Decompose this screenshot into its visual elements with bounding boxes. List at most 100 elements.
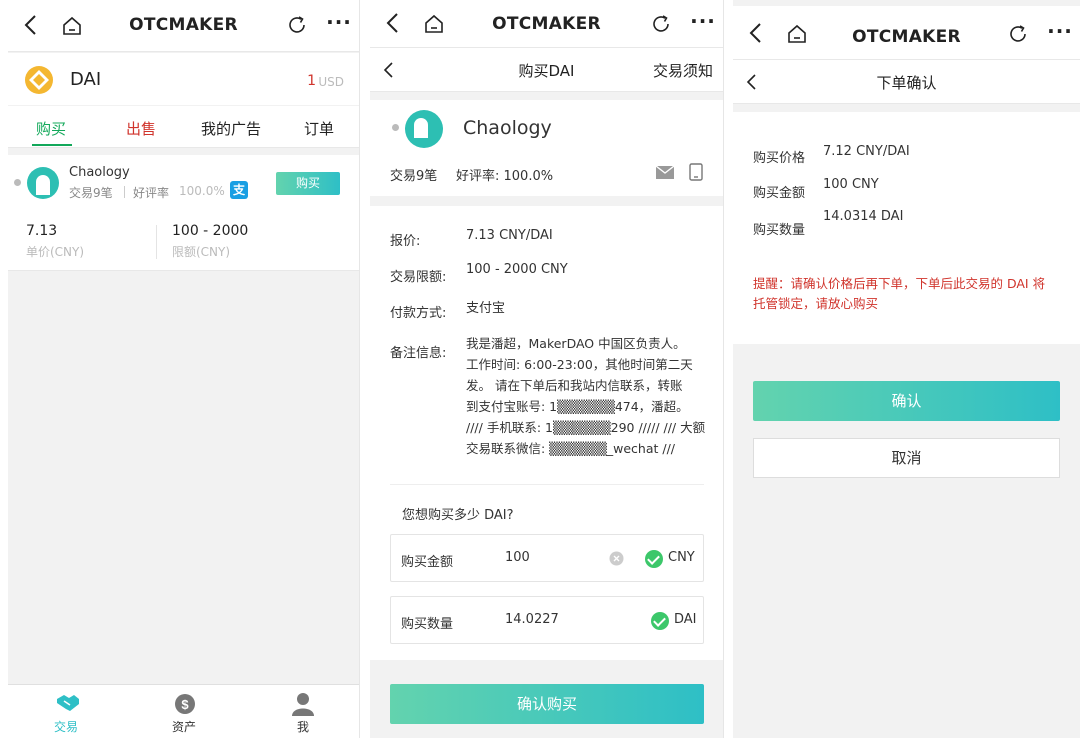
order-confirm-screen: OTCMAKER ··· 下单确认 购买价格 7.12 CNY/DAI 购买金额… xyxy=(733,0,1080,738)
bottom-nav: 交易 $ 资产 我 xyxy=(8,684,359,738)
buy-detail-screen: OTCMAKER ··· 购买DAI 交易须知 Chaology 交易9笔 好评… xyxy=(370,0,724,738)
buy-amount-input[interactable]: 100 xyxy=(505,550,530,565)
confirm-button[interactable]: 确认 xyxy=(753,381,1060,421)
confirm-purchase-button[interactable]: 确认购买 xyxy=(390,684,704,724)
amount-label: 购买金额 xyxy=(753,186,806,201)
nav-label: 资产 xyxy=(172,720,197,734)
nav-assets[interactable]: $ 资产 xyxy=(158,689,210,737)
quantity-value: 14.0314 DAI xyxy=(823,209,904,224)
nav-trade[interactable]: 交易 xyxy=(42,689,94,737)
title-bar: OTCMAKER ··· xyxy=(370,0,723,48)
divider xyxy=(156,225,157,259)
coin-header: DAI 1 USD xyxy=(8,53,359,105)
more-icon[interactable]: ··· xyxy=(1046,21,1074,46)
trade-limit-label: 限额(CNY) xyxy=(172,245,231,259)
online-status-dot xyxy=(14,179,21,186)
note-label: 备注信息: xyxy=(390,346,447,361)
refresh-icon[interactable] xyxy=(649,12,673,36)
coin-name: DAI xyxy=(70,69,102,90)
note-line: 到支付宝账号: 1▒▒▒▒▒▒474，潘超。 xyxy=(466,399,689,414)
dollar-icon: $ xyxy=(175,694,195,714)
buy-quantity-field[interactable]: 购买数量 14.0227 DAI xyxy=(390,596,704,644)
tab-my-ads[interactable]: 我的广告 xyxy=(201,118,261,139)
title-bar: OTCMAKER ··· xyxy=(733,6,1080,60)
buy-quantity-label: 购买数量 xyxy=(401,617,454,632)
order-summary: 购买价格 7.12 CNY/DAI 购买金额 100 CNY 购买数量 14.0… xyxy=(733,112,1080,344)
check-icon xyxy=(651,612,669,630)
trade-notice-link[interactable]: 交易须知 xyxy=(653,60,713,81)
more-icon[interactable]: ··· xyxy=(325,12,353,37)
title-bar: OTCMAKER ··· xyxy=(8,0,359,52)
mail-icon[interactable] xyxy=(656,166,674,179)
avatar xyxy=(405,110,443,148)
sub-header: 下单确认 xyxy=(733,60,1080,104)
unit-price-label: 单价(CNY) xyxy=(26,245,85,259)
trade-limit: 100 - 2000 xyxy=(172,223,249,239)
note-line: 发。 请在下单后和我站内信联系，转账 xyxy=(466,378,683,393)
dai-logo-icon xyxy=(25,66,53,94)
avatar xyxy=(27,167,59,199)
page-title: 下单确认 xyxy=(876,74,937,92)
note-line: //// 手机联系: 1▒▒▒▒▒▒290 ///// /// 大额 xyxy=(466,420,706,435)
tab-orders[interactable]: 订单 xyxy=(304,118,334,139)
note-line: 工作时间: 6:00-23:00，其他时间第二天 xyxy=(466,357,693,372)
coin-price: 1 xyxy=(307,73,316,89)
handshake-icon xyxy=(57,695,79,711)
buy-amount-label: 购买金额 xyxy=(401,555,454,570)
note-line: 交易联系微信: ▒▒▒▒▒▒_wechat /// xyxy=(466,441,675,456)
payment-label: 付款方式: xyxy=(390,306,447,321)
tab-bar: 购买 出售 我的广告 订单 xyxy=(8,106,359,148)
ad-rating: 100.0% xyxy=(179,184,225,198)
buy-button[interactable]: 购买 xyxy=(276,172,340,195)
ad-card[interactable]: Chaology 交易9笔 好评率 100.0% 支 购买 7.13 单价(CN… xyxy=(8,155,359,271)
coin-price-unit: USD xyxy=(318,75,344,89)
ad-rating-label: 好评率 xyxy=(133,186,170,200)
ad-trade-count: 交易9笔 xyxy=(69,186,113,200)
phone-icon[interactable] xyxy=(689,163,703,181)
user-icon xyxy=(292,693,314,716)
divider xyxy=(124,186,125,198)
nav-me[interactable]: 我 xyxy=(278,689,330,737)
price-value: 7.13 CNY/DAI xyxy=(466,228,553,243)
quantity-label: 购买数量 xyxy=(753,223,806,238)
buy-quantity-input[interactable]: 14.0227 xyxy=(505,612,559,627)
refresh-icon[interactable] xyxy=(285,13,309,37)
otc-list-screen: OTCMAKER ··· DAI 1 USD 购买 出售 我的广告 订单 Cha… xyxy=(8,0,360,738)
clear-icon[interactable] xyxy=(609,551,624,566)
price-value: 7.12 CNY/DAI xyxy=(823,144,910,159)
online-status-dot xyxy=(392,124,399,131)
limit-label: 交易限额: xyxy=(390,270,447,285)
ad-merchant-name[interactable]: Chaology xyxy=(69,165,130,180)
refresh-icon[interactable] xyxy=(1006,22,1030,46)
note-line: 我是潘超，MakerDAO 中国区负责人。 xyxy=(466,336,686,351)
cancel-button[interactable]: 取消 xyxy=(753,438,1060,478)
alipay-icon: 支 xyxy=(230,181,248,199)
warning-text: 提醒：请确认价格后再下单，下单后此交易的 DAI 将 xyxy=(753,276,1046,291)
sub-header: 购买DAI 交易须知 xyxy=(370,48,723,92)
tab-active-indicator xyxy=(32,144,72,146)
nav-label: 我 xyxy=(297,720,310,734)
buy-quantity-unit: DAI xyxy=(674,612,697,627)
nav-label: 交易 xyxy=(54,720,79,734)
merchant-name: Chaology xyxy=(463,117,552,139)
svg-text:$: $ xyxy=(181,697,189,712)
buy-amount-unit: CNY xyxy=(668,550,695,565)
tab-sell[interactable]: 出售 xyxy=(126,118,156,139)
tab-buy[interactable]: 购买 xyxy=(36,118,66,139)
amount-question: 您想购买多少 DAI? xyxy=(402,508,514,523)
buy-amount-field[interactable]: 购买金额 100 CNY xyxy=(390,534,704,582)
price-label: 报价: xyxy=(390,234,421,249)
merchant-card: Chaology 交易9笔 好评率: 100.0% xyxy=(370,100,723,196)
price-label: 购买价格 xyxy=(753,151,806,166)
rating: 好评率: 100.0% xyxy=(456,169,554,184)
divider xyxy=(390,484,704,485)
limit-value: 100 - 2000 CNY xyxy=(466,262,568,277)
check-icon xyxy=(645,550,663,568)
amount-value: 100 CNY xyxy=(823,177,879,192)
payment-value: 支付宝 xyxy=(466,301,506,316)
warning-text: 托管锁定，请放心购买 xyxy=(753,296,879,311)
ad-detail: 报价: 7.13 CNY/DAI 交易限额: 100 - 2000 CNY 付款… xyxy=(370,206,723,660)
trade-count: 交易9笔 xyxy=(390,169,438,184)
unit-price: 7.13 xyxy=(26,223,58,239)
more-icon[interactable]: ··· xyxy=(689,11,717,36)
